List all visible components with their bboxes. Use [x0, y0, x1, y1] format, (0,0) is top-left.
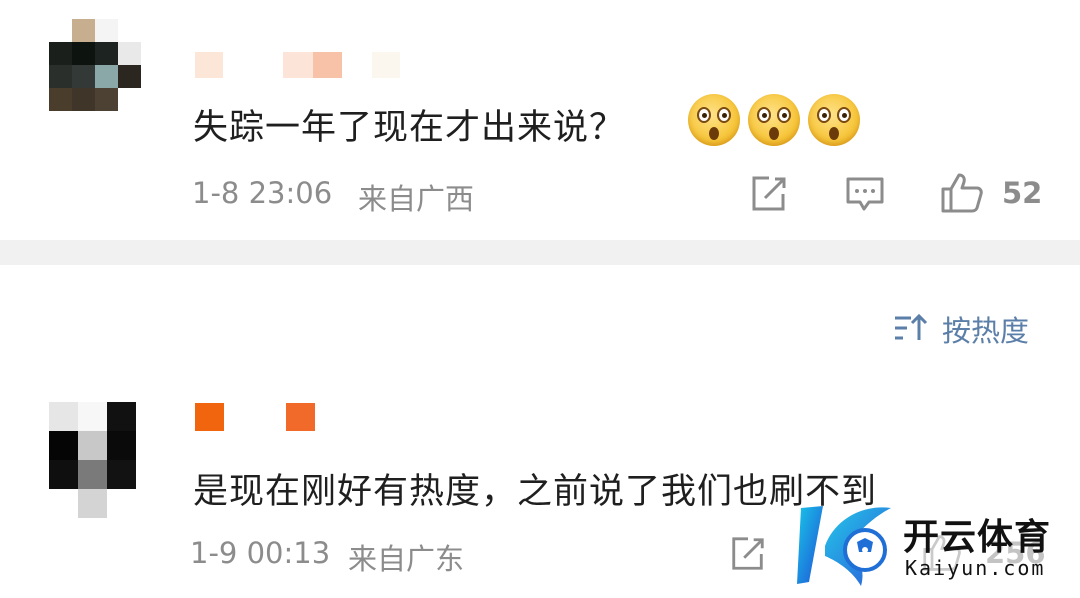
like-count: 52 — [1002, 176, 1043, 210]
comment-timestamp: 1-8 23:06 — [192, 176, 333, 210]
like-icon[interactable] — [940, 172, 984, 214]
avatar[interactable] — [49, 402, 165, 518]
section-divider — [0, 240, 1080, 265]
flushed-face-emoji — [808, 94, 860, 146]
sort-button[interactable]: 按热度 — [893, 308, 1043, 348]
sort-label: 按热度 — [942, 314, 1030, 348]
share-icon[interactable] — [749, 174, 789, 214]
comment-location: 来自广西 — [358, 182, 475, 216]
reply-icon[interactable] — [845, 176, 885, 214]
avatar[interactable] — [49, 19, 141, 111]
watermark-domain: Kaiyun.com — [905, 556, 1046, 580]
comment-location: 来自广东 — [348, 542, 465, 576]
share-icon[interactable] — [729, 535, 767, 573]
comment-text: 失踪一年了现在才出来说？ — [193, 108, 626, 148]
sort-icon — [895, 313, 928, 340]
kaiyun-logo-icon — [797, 506, 891, 586]
flushed-face-emoji — [748, 94, 800, 146]
watermark: 开云体育 Kaiyun.com — [795, 498, 1075, 594]
flushed-face-emoji — [688, 94, 740, 146]
watermark-brand: 开云体育 — [903, 517, 1052, 558]
comment-timestamp: 1-9 00:13 — [190, 536, 331, 570]
comment-text: 是现在刚好有热度，之前说了我们也刷不到 — [193, 472, 878, 512]
